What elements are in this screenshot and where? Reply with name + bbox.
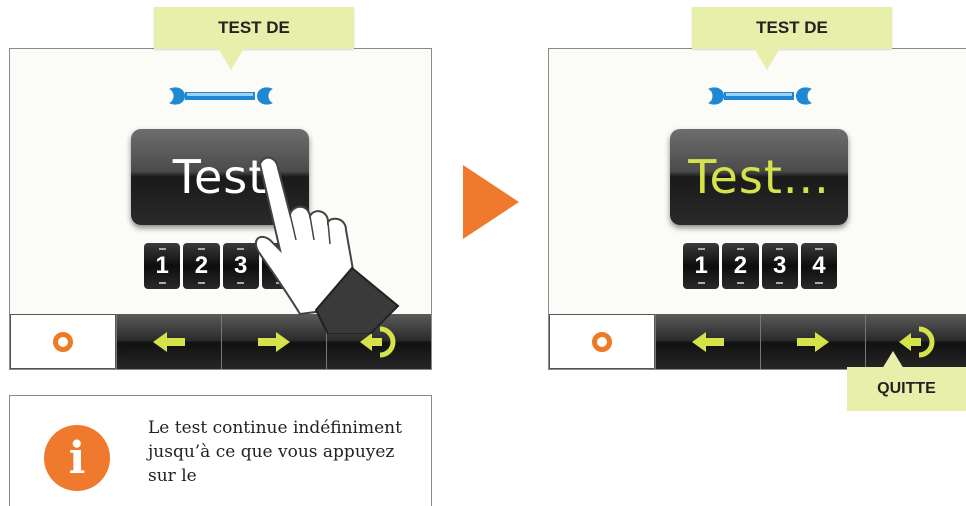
number-cell: 2 [722, 243, 759, 289]
home-button[interactable] [10, 314, 116, 369]
number-cell: 2 [183, 243, 220, 289]
number-cell: 4 [800, 243, 837, 289]
number-cell: 1 [144, 243, 181, 289]
quit-callout: QUITTE [847, 367, 966, 411]
exit-button[interactable] [865, 314, 966, 369]
test-button-label: Test... [688, 150, 830, 204]
info-box: i Le test continue indéfiniment jusqu’à … [9, 395, 432, 506]
callout-test-left: TEST DE [154, 7, 354, 49]
wrench-icon [169, 87, 273, 105]
number-cell: 1 [683, 243, 720, 289]
arrow-right-icon [797, 331, 829, 352]
pointing-hand-icon [254, 156, 400, 334]
number-cell: 3 [761, 243, 798, 289]
device-screen-left: Test 1 2 3 4 [9, 48, 432, 370]
transition-arrow-icon [463, 165, 519, 239]
previous-button[interactable] [655, 314, 760, 369]
number-strip: 1 2 3 4 [683, 243, 837, 289]
wrench-icon [708, 87, 812, 105]
info-icon: i [44, 425, 110, 491]
device-screen-right: Test... 1 2 3 4 [548, 48, 966, 370]
callout-label: TEST DE [756, 18, 828, 37]
arrow-left-icon [153, 331, 185, 352]
info-icon-glyph: i [68, 432, 86, 484]
info-text: Le test continue indéfiniment jusqu’à ce… [148, 418, 402, 486]
previous-button[interactable] [116, 314, 221, 369]
callout-pointer-left [218, 48, 244, 70]
quit-callout-label: QUITTE [877, 380, 936, 397]
test-running-button[interactable]: Test... [670, 129, 848, 225]
callout-test-right: TEST DE [692, 7, 892, 49]
home-button[interactable] [549, 314, 655, 369]
next-button[interactable] [760, 314, 865, 369]
search-q-icon [53, 331, 73, 352]
callout-label: TEST DE [218, 18, 290, 37]
callout-pointer-right [754, 48, 780, 70]
search-q-icon [592, 331, 612, 352]
arrow-left-icon [692, 331, 724, 352]
